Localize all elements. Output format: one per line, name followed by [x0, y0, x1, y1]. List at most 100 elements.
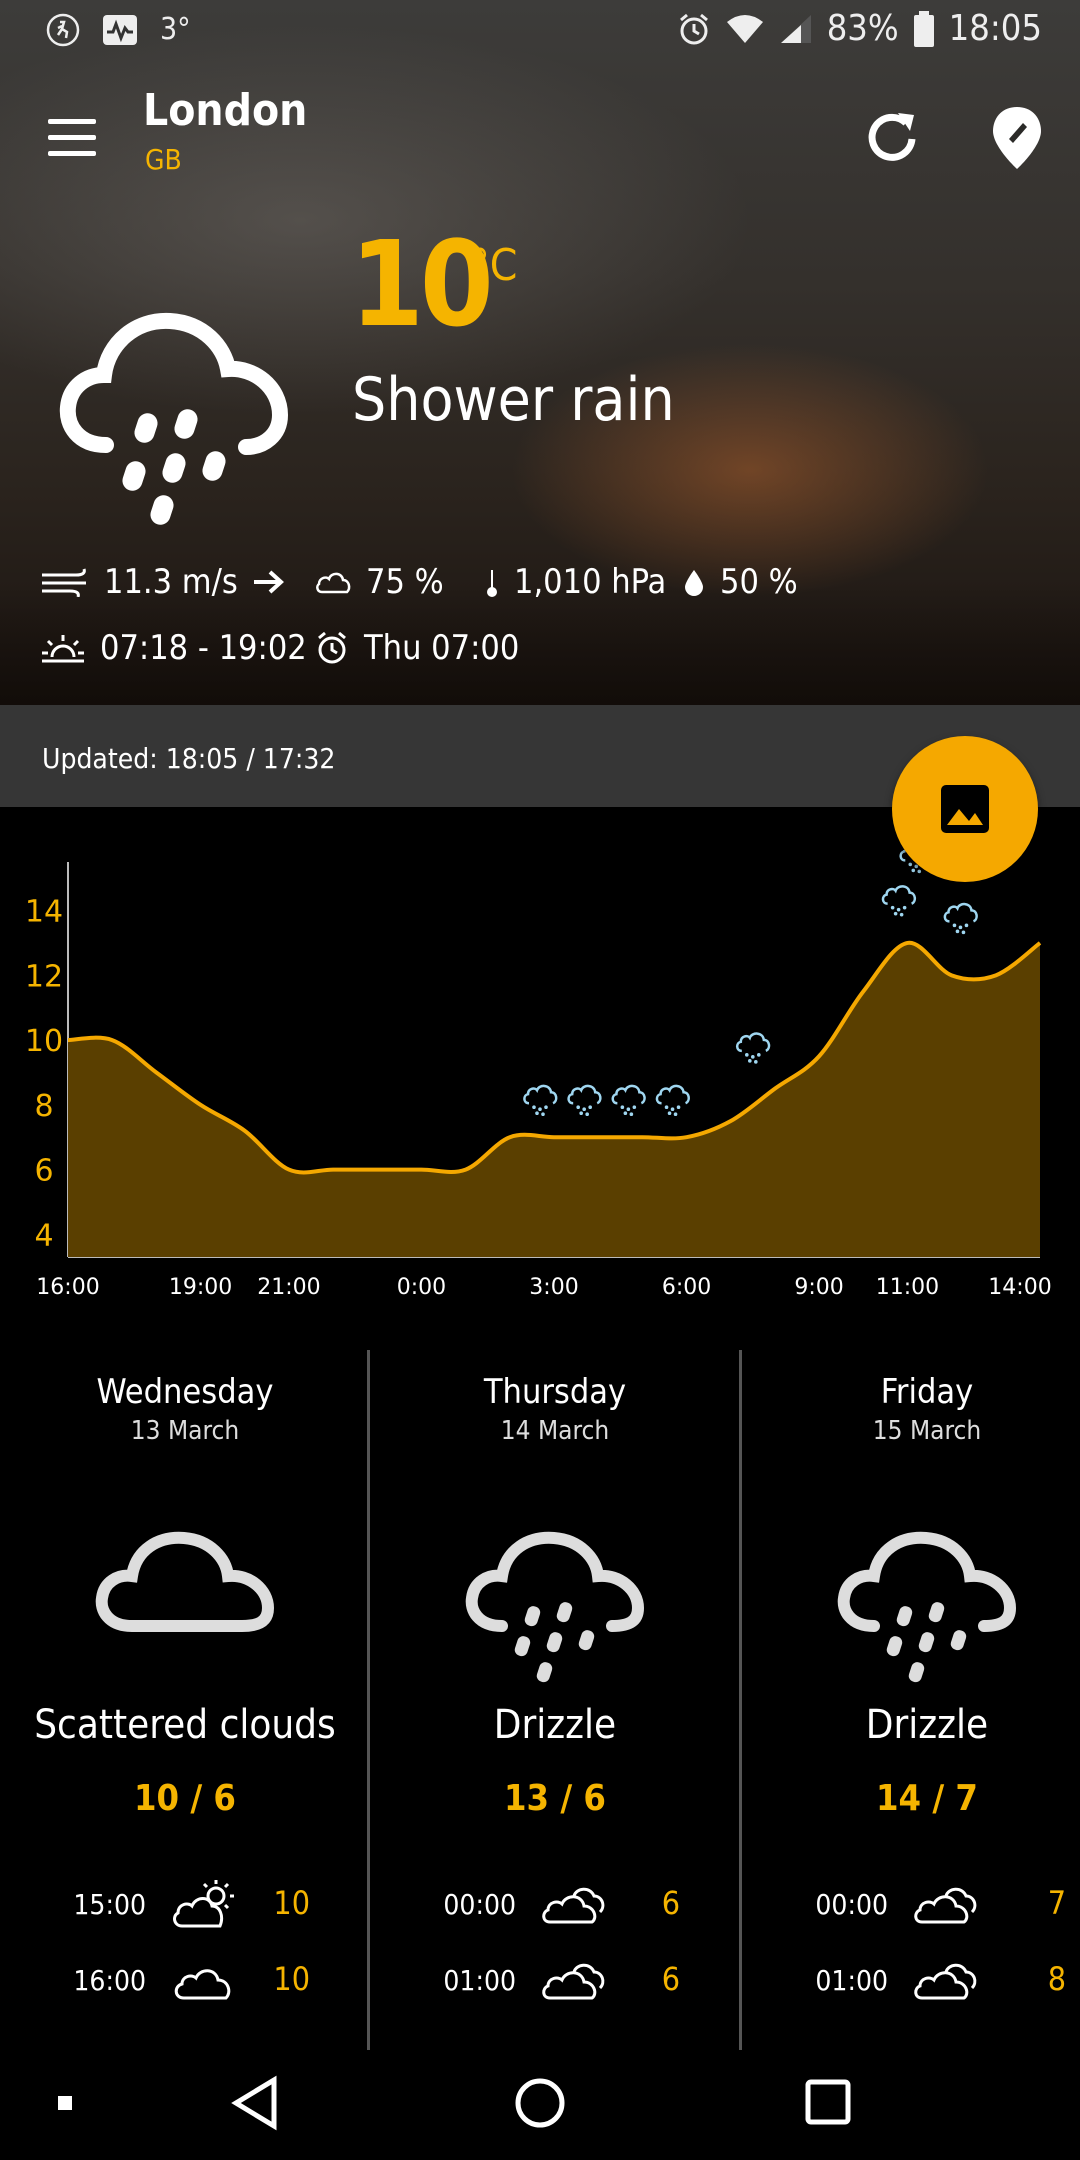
updated-text: Updated: 18:05 / 17:32	[42, 742, 336, 775]
background-image-button[interactable]	[892, 736, 1038, 882]
x-tick-labels: 16:00 19:00 21:00 0:00 3:00 6:00 9:00 11:00 14:0…	[36, 1275, 1051, 1300]
rain-cloud-icon	[834, 1510, 1020, 1690]
country-code: GB	[145, 143, 182, 176]
temperature-chart-svg: 4 6 8 10 12 14 16:00 19:00 21:00 0:00 3:00 6:00 9:0…	[25, 841, 1052, 1300]
location-button[interactable]	[985, 103, 1049, 173]
forecast-day-0[interactable]: Wednesday 13 March Scattered clouds 10 /…	[0, 1350, 370, 2050]
hour-temp: 8	[1047, 1960, 1066, 1998]
refresh-icon	[868, 113, 916, 161]
rain-marker-icon	[655, 1084, 690, 1117]
x-tick-label: 11:00	[876, 1275, 939, 1300]
rain-cloud-icon	[58, 295, 298, 535]
sun-stat: 07:18 - 19:02	[40, 628, 307, 668]
day-date: 15 March	[872, 1416, 982, 1446]
cloud-icon	[92, 1510, 278, 1690]
battery-percent: 83%	[826, 8, 899, 49]
app-bar: London GB	[0, 85, 1080, 195]
day-condition: Drizzle	[865, 1702, 989, 1748]
clock: 18:05	[948, 8, 1042, 49]
hour-time: 15:00	[73, 1888, 146, 1921]
menu-button[interactable]	[40, 109, 104, 169]
hourly-row: 01:00 6	[370, 1944, 740, 2020]
y-tick-label: 14	[25, 895, 63, 930]
hourly-row: 00:00 7	[742, 1868, 1080, 1944]
day-condition: Scattered clouds	[34, 1702, 336, 1748]
day-date: 14 March	[500, 1416, 610, 1446]
next-alarm: Thu 07:00	[364, 628, 520, 668]
humidity-stat: 50 %	[682, 562, 798, 602]
pulse-icon	[102, 14, 138, 46]
x-tick-label: 16:00	[36, 1275, 99, 1300]
x-tick-label: 9:00	[794, 1275, 843, 1300]
wifi-icon	[725, 13, 765, 45]
hour-time: 01:00	[443, 1964, 516, 1997]
day-name: Wednesday	[96, 1372, 274, 1412]
city-name: London	[143, 85, 308, 136]
overview-button[interactable]	[805, 2079, 851, 2125]
humidity-value: 50 %	[720, 562, 798, 602]
rain-marker-icon	[611, 1084, 646, 1117]
rain-marker-icon	[735, 1032, 771, 1064]
status-temperature: 3°	[160, 12, 191, 47]
rain-marker-icon	[881, 885, 917, 917]
hour-time: 00:00	[443, 1888, 516, 1921]
hour-temp: 10	[273, 1884, 310, 1922]
wind-icon	[42, 568, 86, 597]
refresh-button[interactable]	[860, 105, 924, 169]
hour-temp: 6	[661, 1884, 680, 1922]
image-icon	[941, 785, 989, 833]
thermometer-icon	[487, 570, 497, 597]
clouds-icon	[914, 1887, 977, 1924]
activity-icon	[46, 13, 80, 47]
hour-time: 00:00	[815, 1888, 888, 1921]
x-tick-label: 14:00	[988, 1275, 1051, 1300]
status-bar: 3° 83% 18:05	[0, 0, 1080, 62]
y-tick-label: 8	[34, 1089, 53, 1124]
signal-icon	[779, 13, 813, 45]
y-tick-label: 6	[34, 1154, 53, 1189]
back-button[interactable]	[231, 2075, 277, 2131]
day-temp-range: 10 / 6	[134, 1778, 236, 1819]
hourly-row: 01:00 8	[742, 1944, 1080, 2020]
temperature-chart: 4 6 8 10 12 14 16:00 19:00 21:00 0:00 3:00 6:00 9:0…	[0, 841, 1080, 1310]
recent-dot-icon[interactable]	[58, 2096, 72, 2110]
sunrise-sunset: 07:18 - 19:02	[100, 628, 307, 668]
rain-cloud-icon	[462, 1510, 648, 1690]
clouds-stat: 75 %	[314, 562, 444, 602]
forecast-day-2[interactable]: Friday 15 March Drizzle 14 / 7 00:00 7 0…	[742, 1350, 1080, 2050]
droplet-icon	[685, 570, 703, 596]
temperature-area	[68, 942, 1040, 1257]
current-temperature: 10	[350, 215, 494, 353]
x-tick-label: 21:00	[257, 1275, 320, 1300]
hour-temp: 6	[661, 1960, 680, 1998]
battery-icon	[913, 10, 935, 47]
clouds-icon	[914, 1963, 977, 2000]
cloud-icon	[174, 1969, 231, 2000]
hour-time: 01:00	[815, 1964, 888, 1997]
home-button[interactable]	[515, 2078, 565, 2128]
alarm-icon	[677, 12, 711, 46]
x-tick-label: 19:00	[169, 1275, 232, 1300]
y-tick-label: 4	[34, 1218, 53, 1253]
x-tick-label: 3:00	[529, 1275, 578, 1300]
y-tick-label: 12	[25, 959, 63, 994]
sun-cloud-icon	[173, 1880, 234, 1928]
wind-speed: 11.3 m/s	[104, 562, 238, 602]
hourly-row: 16:00 10	[0, 1944, 370, 2020]
location-pin-icon	[993, 107, 1041, 169]
pressure-stat: 1,010 hPa	[484, 562, 666, 602]
forecast-day-1[interactable]: Thursday 14 March Drizzle 13 / 6 00:00 6…	[370, 1350, 740, 2050]
day-temp-range: 14 / 7	[876, 1778, 978, 1819]
y-tick-labels: 4 6 8 10 12 14	[25, 895, 63, 1254]
alarm-clock-icon	[318, 631, 346, 664]
wind-direction-icon	[253, 570, 284, 594]
temperature-unit: °C	[470, 240, 518, 291]
day-temp-range: 13 / 6	[504, 1778, 606, 1819]
y-tick-label: 10	[25, 1024, 63, 1059]
cloud-coverage: 75 %	[366, 562, 444, 602]
day-name: Friday	[880, 1372, 974, 1412]
daily-forecast: Wednesday 13 March Scattered clouds 10 /…	[0, 1350, 1080, 2050]
alarm-stat: Thu 07:00	[314, 628, 519, 668]
clouds-icon	[542, 1887, 605, 1924]
hour-time: 16:00	[73, 1964, 146, 1997]
